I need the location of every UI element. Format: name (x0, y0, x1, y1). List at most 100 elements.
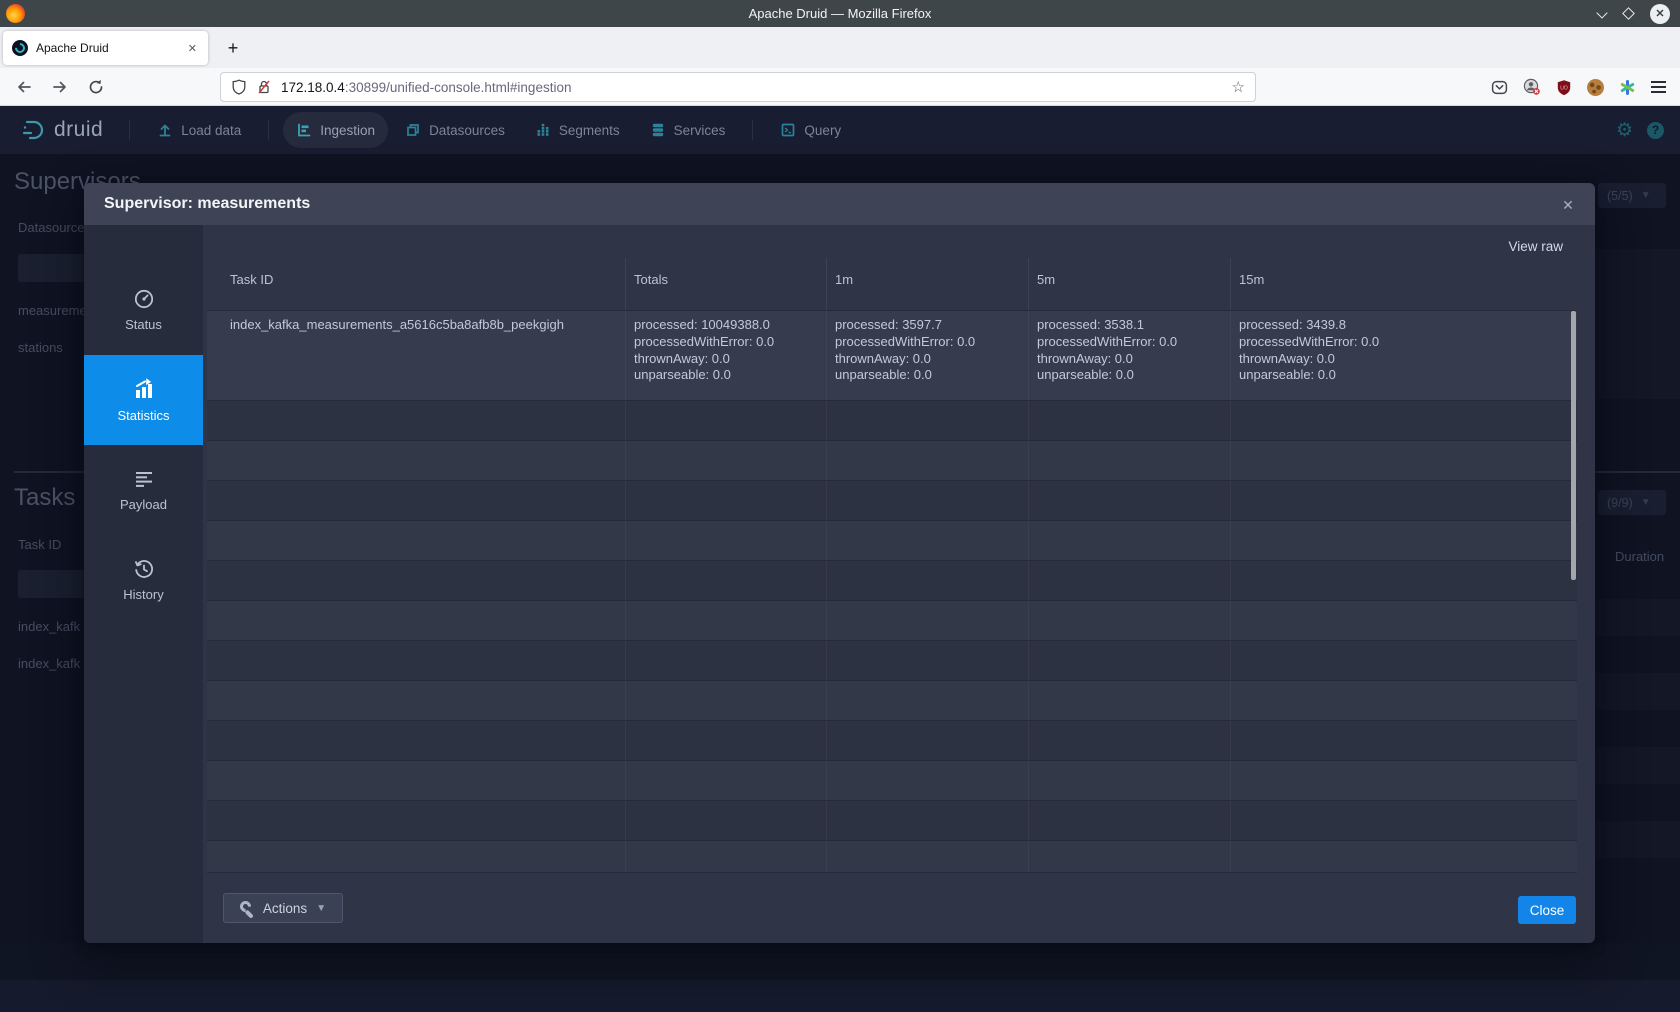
druid-logo[interactable]: druid (20, 117, 103, 143)
load-data-icon (157, 122, 173, 138)
chevron-down-icon: ▼ (1641, 190, 1651, 201)
section-divider (1595, 471, 1680, 473)
table-empty-row (207, 520, 1577, 560)
column-header: Totals (625, 258, 826, 310)
screen: Apache Druid — Mozilla Firefox ✕ Apache … (0, 0, 1680, 1012)
nav-query[interactable]: Query (767, 112, 854, 148)
column-header: 1m (826, 258, 1028, 310)
reload-icon (88, 79, 104, 95)
forward-button[interactable] (48, 75, 72, 99)
table-empty-row (207, 600, 1577, 640)
druid-logo-icon (20, 117, 46, 143)
actions-button[interactable]: Actions ▼ (223, 893, 343, 923)
table-row[interactable]: index_kafka_measurements_a5616c5ba8afb8b… (207, 310, 1577, 400)
cookie-icon[interactable] (1587, 79, 1604, 96)
url-text: 172.18.0.4:30899/unified-console.html#in… (281, 80, 1223, 95)
window-maximize-icon[interactable] (1622, 7, 1635, 20)
window-titlebar: Apache Druid — Mozilla Firefox ✕ (0, 0, 1680, 27)
side-item-label: Payload (120, 497, 167, 512)
tab-statistics[interactable]: Statistics (84, 355, 203, 445)
nav-label: Ingestion (320, 123, 375, 138)
task-row[interactable]: index_kafk (18, 619, 80, 634)
table-header-row: Task ID Totals 1m 5m 15m (207, 258, 1577, 310)
side-item-label: Statistics (117, 408, 169, 423)
nav-services[interactable]: Services (637, 112, 739, 148)
modal-close-icon[interactable]: ✕ (1557, 194, 1579, 216)
tab-payload[interactable]: Payload (84, 445, 203, 535)
gauge-icon (133, 288, 155, 310)
reload-button[interactable] (84, 75, 108, 99)
datasource-column-header: Datasource (18, 220, 84, 235)
task-row[interactable]: index_kafk (18, 656, 80, 671)
bookmark-star-icon[interactable]: ☆ (1232, 78, 1245, 96)
nav-divider (752, 120, 753, 140)
15m-cell: processed: 3439.8processedWithError: 0.0… (1230, 311, 1577, 400)
tracking-shield-icon[interactable] (231, 79, 247, 95)
browser-tab[interactable]: Apache Druid ✕ (3, 31, 208, 65)
bg-table-stripe (1595, 747, 1680, 784)
chart-stats-icon (132, 377, 156, 401)
pocket-icon[interactable] (1491, 79, 1508, 96)
bg-band (0, 943, 1680, 980)
window-close-icon[interactable]: ✕ (1650, 4, 1670, 24)
section-divider (14, 471, 84, 473)
chevron-down-icon: ▼ (1641, 497, 1651, 508)
table-empty-row (207, 560, 1577, 600)
table-scrollbar[interactable] (1571, 311, 1576, 580)
table-empty-row (207, 680, 1577, 720)
modal-close-button[interactable]: Close (1518, 896, 1576, 924)
datasources-icon (405, 122, 421, 138)
back-arrow-icon (16, 79, 32, 95)
tab-status[interactable]: Status (84, 265, 203, 355)
nav-load-data[interactable]: Load data (144, 112, 254, 148)
nav-segments[interactable]: Segments (522, 112, 633, 148)
supervisor-modal: Supervisor: measurements ✕ Status (84, 183, 1595, 943)
table-empty-row (207, 720, 1577, 760)
tab-close-icon[interactable]: ✕ (186, 40, 199, 57)
duration-column-header: Duration (1615, 549, 1664, 564)
new-tab-button[interactable]: + (220, 35, 246, 61)
nav-label: Query (804, 123, 841, 138)
window-minimize-icon[interactable] (1597, 9, 1607, 19)
nav-label: Segments (559, 123, 620, 138)
tab-history[interactable]: History (84, 535, 203, 625)
modal-header: Supervisor: measurements ✕ (84, 183, 1595, 225)
segments-icon (535, 122, 551, 138)
extension-asterisk-icon[interactable] (1619, 79, 1636, 96)
insecure-lock-icon[interactable] (256, 79, 272, 95)
view-raw-link[interactable]: View raw (1508, 239, 1563, 254)
query-icon (780, 122, 796, 138)
back-button[interactable] (12, 75, 36, 99)
help-icon[interactable]: ? (1647, 122, 1664, 139)
tasks-count-badge[interactable]: (9/9)▼ (1598, 490, 1666, 515)
account-extension-icon[interactable] (1523, 78, 1541, 96)
table-empty-row (207, 640, 1577, 680)
bg-table-stripe (1595, 673, 1680, 710)
window-title: Apache Druid — Mozilla Firefox (0, 6, 1680, 21)
forward-arrow-icon (52, 79, 68, 95)
ublock-icon[interactable]: UO (1556, 79, 1572, 96)
supervisors-count-badge[interactable]: (5/5)▼ (1598, 183, 1666, 208)
column-header: Task ID (207, 258, 625, 310)
menu-icon[interactable] (1651, 81, 1666, 93)
tab-title: Apache Druid (36, 41, 178, 55)
url-bar[interactable]: 172.18.0.4:30899/unified-console.html#in… (220, 72, 1256, 102)
supervisor-row[interactable]: stations (18, 340, 63, 355)
task-id-column-header: Task ID (18, 537, 61, 552)
firefox-icon (6, 4, 25, 23)
1m-cell: processed: 3597.7processedWithError: 0.0… (826, 311, 1028, 400)
settings-gear-icon[interactable]: ⚙ (1616, 119, 1633, 142)
table-empty-row (207, 480, 1577, 520)
druid-navbar: druid Load data Ingestion Datasources Se… (0, 106, 1680, 154)
tab-bar: Apache Druid ✕ + (0, 27, 1680, 68)
align-left-icon (133, 468, 155, 490)
nav-divider (268, 120, 269, 140)
5m-cell: processed: 3538.1processedWithError: 0.0… (1028, 311, 1230, 400)
column-header: 5m (1028, 258, 1230, 310)
table-empty-row (207, 800, 1577, 840)
bg-table-stripe (1595, 249, 1680, 399)
url-path: :30899/unified-console.html#ingestion (345, 80, 572, 95)
nav-ingestion[interactable]: Ingestion (283, 112, 388, 148)
side-item-label: History (123, 587, 163, 602)
nav-datasources[interactable]: Datasources (392, 112, 518, 148)
